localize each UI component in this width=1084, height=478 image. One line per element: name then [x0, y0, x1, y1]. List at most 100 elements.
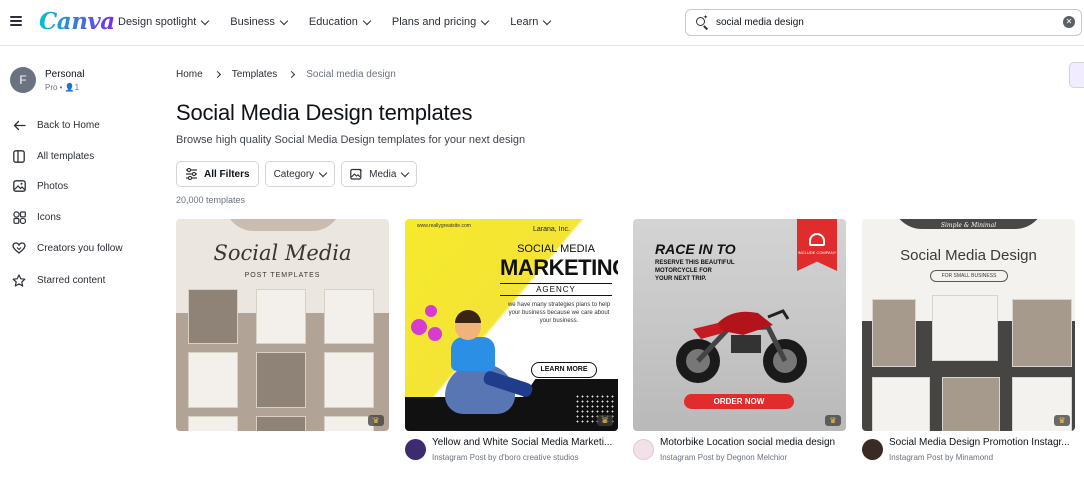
card-title[interactable]: Motorbike Location social media design	[660, 437, 846, 448]
all-filters-label: All Filters	[204, 168, 250, 180]
card-meta: Motorbike Location social media design I…	[633, 437, 846, 467]
thumb-body-line: RESERVE THIS BEAUTIFUL	[655, 260, 735, 266]
sidebar-item-label: Starred content	[37, 274, 106, 286]
thumb-heading-large: MARKETING	[500, 255, 618, 280]
heart-icon	[12, 241, 26, 255]
thumb-cta: LEARN MORE	[531, 362, 597, 378]
thumb-cta: ORDER NOW	[684, 394, 794, 409]
templates-icon	[12, 149, 26, 163]
shapes-icon	[12, 210, 26, 224]
magic-search-icon: ✦	[696, 15, 709, 30]
thumb-subtitle: POST TEMPLATES	[244, 272, 321, 279]
media-icon	[350, 168, 363, 180]
nav-label: Learn	[510, 16, 539, 28]
helmet-icon	[809, 233, 825, 246]
card-meta: Yellow and White Social Media Marketi...…	[405, 437, 618, 467]
arrow-left-icon	[12, 118, 26, 132]
creator-avatar[interactable]	[862, 439, 883, 460]
breadcrumb-home[interactable]: Home	[176, 69, 203, 80]
template-thumbnail[interactable]: www.reallygreatsite.com Larana, Inc. SOC…	[405, 219, 618, 431]
thumb-heading: Social Media Design	[900, 247, 1037, 264]
chevron-down-icon	[201, 16, 210, 25]
card-title[interactable]: Yellow and White Social Media Marketi...	[432, 437, 618, 448]
sidebar-item-creators-you-follow[interactable]: Creators you follow	[12, 241, 123, 255]
clear-search-icon[interactable]: ✕	[1063, 16, 1075, 28]
creator-avatar[interactable]	[405, 439, 426, 460]
nav-business[interactable]: Business	[230, 16, 289, 28]
sidebar-item-photos[interactable]: Photos	[12, 179, 68, 193]
main-menu: Design spotlight Business Education Plan…	[118, 0, 552, 44]
nav-plans-pricing[interactable]: Plans and pricing	[391, 16, 490, 28]
account-switcher[interactable]: F Personal Pro • 👤1	[10, 67, 84, 93]
account-name: Personal	[45, 68, 85, 80]
creator-avatar[interactable]	[633, 439, 654, 460]
search-input[interactable]	[716, 17, 1056, 28]
breadcrumb-templates[interactable]: Templates	[232, 69, 278, 80]
account-plan-info: Pro • 👤1	[45, 82, 80, 92]
thumb-body-text: RESERVE THIS BEAUTIFUL MOTORCYCLE FOR YO…	[655, 259, 735, 283]
template-count: 20,000 templates	[176, 195, 246, 205]
nav-design-spotlight[interactable]: Design spotlight	[118, 16, 210, 28]
chevron-right-icon	[288, 70, 296, 79]
card-subtitle: Instagram Post by d'boro creative studio…	[432, 453, 579, 462]
thumb-pill: FOR SMALL BUSINESS	[930, 270, 1008, 282]
member-count: 1	[74, 82, 80, 92]
thumb-script-title: Simple & Minimal	[940, 222, 997, 229]
avatar: F	[10, 67, 36, 93]
chevron-down-icon	[481, 16, 490, 25]
nav-education[interactable]: Education	[308, 16, 372, 28]
thumb-heading: RACE IN TO	[655, 241, 736, 257]
side-panel-toggle[interactable]	[1069, 62, 1084, 88]
media-dropdown[interactable]: Media	[341, 161, 418, 187]
category-dropdown[interactable]: Category	[264, 161, 336, 187]
page-title: Social Media Design templates	[176, 100, 473, 125]
thumb-body-line: YOUR NEXT TRIP.	[655, 276, 707, 282]
sidebar-item-label: Icons	[37, 211, 61, 223]
chevron-down-icon	[318, 168, 328, 177]
nav-learn[interactable]: Learn	[510, 16, 552, 28]
premium-crown-icon: ♛	[368, 415, 384, 426]
card-title[interactable]: Social Media Design Promotion Instagr...	[889, 437, 1075, 448]
sidebar-item-starred-content[interactable]: Starred content	[12, 273, 105, 287]
people-icon: 👤	[64, 82, 75, 92]
nav-label: Plans and pricing	[391, 16, 477, 28]
premium-crown-icon: ♛	[597, 415, 613, 426]
thumb-body-text: we have many strategies plans to help yo…	[507, 302, 611, 324]
thumb-brand: Larana, Inc.	[533, 226, 570, 233]
menu-icon[interactable]	[10, 14, 22, 28]
sidebar-item-icons[interactable]: Icons	[12, 210, 61, 224]
star-icon	[12, 273, 26, 287]
thumb-tagline: AGENCY	[500, 283, 612, 296]
template-thumbnail[interactable]: Simple & Minimal Social Media Design FOR…	[862, 219, 1075, 431]
media-label: Media	[369, 168, 397, 180]
motorcycle-image	[676, 309, 807, 383]
sidebar-item-all-templates[interactable]: All templates	[12, 149, 94, 163]
card-meta: Social Media Design Promotion Instagr...…	[862, 437, 1075, 467]
card-subtitle: Instagram Post by Minamond	[889, 453, 994, 462]
filter-bar: All Filters Category Media	[176, 161, 418, 187]
breadcrumb: Home Templates Social media design	[176, 69, 396, 80]
template-thumbnail[interactable]: INCLUDE COMPANY RACE IN TO RESERVE THIS …	[633, 219, 846, 431]
filter-sliders-icon	[186, 168, 197, 180]
chevron-right-icon	[213, 70, 221, 79]
top-navigation-bar: Canva Design spotlight Business Educatio…	[0, 0, 1084, 46]
sidebar-item-label: All templates	[37, 150, 95, 162]
thumb-ribbon-text: INCLUDE COMPANY	[797, 250, 837, 255]
sidebar: F Personal Pro • 👤1 Back to Home All tem…	[0, 47, 160, 478]
thumb-url: www.reallygreatsite.com	[417, 223, 471, 229]
chevron-down-icon	[543, 16, 552, 25]
nav-label: Business	[230, 16, 275, 28]
sidebar-item-back-home[interactable]: Back to Home	[12, 118, 100, 132]
all-filters-button[interactable]: All Filters	[176, 161, 259, 187]
thumb-script-title: Social Media	[213, 241, 352, 265]
template-thumbnail[interactable]: Social Media POST TEMPLATES ♛	[176, 219, 389, 431]
search-bar: ✦ ✕	[685, 9, 1082, 36]
breadcrumb-current: Social media design	[306, 69, 396, 80]
nav-label: Education	[308, 16, 358, 28]
premium-crown-icon: ♛	[825, 415, 841, 426]
thumb-body-line: MOTORCYCLE FOR	[655, 268, 712, 274]
canva-logo[interactable]: Canva	[39, 8, 115, 35]
page-subtitle: Browse high quality Social Media Design …	[176, 134, 526, 146]
plan-label: Pro	[45, 82, 58, 92]
card-subtitle: Instagram Post by Degnon Melchior	[660, 453, 788, 462]
